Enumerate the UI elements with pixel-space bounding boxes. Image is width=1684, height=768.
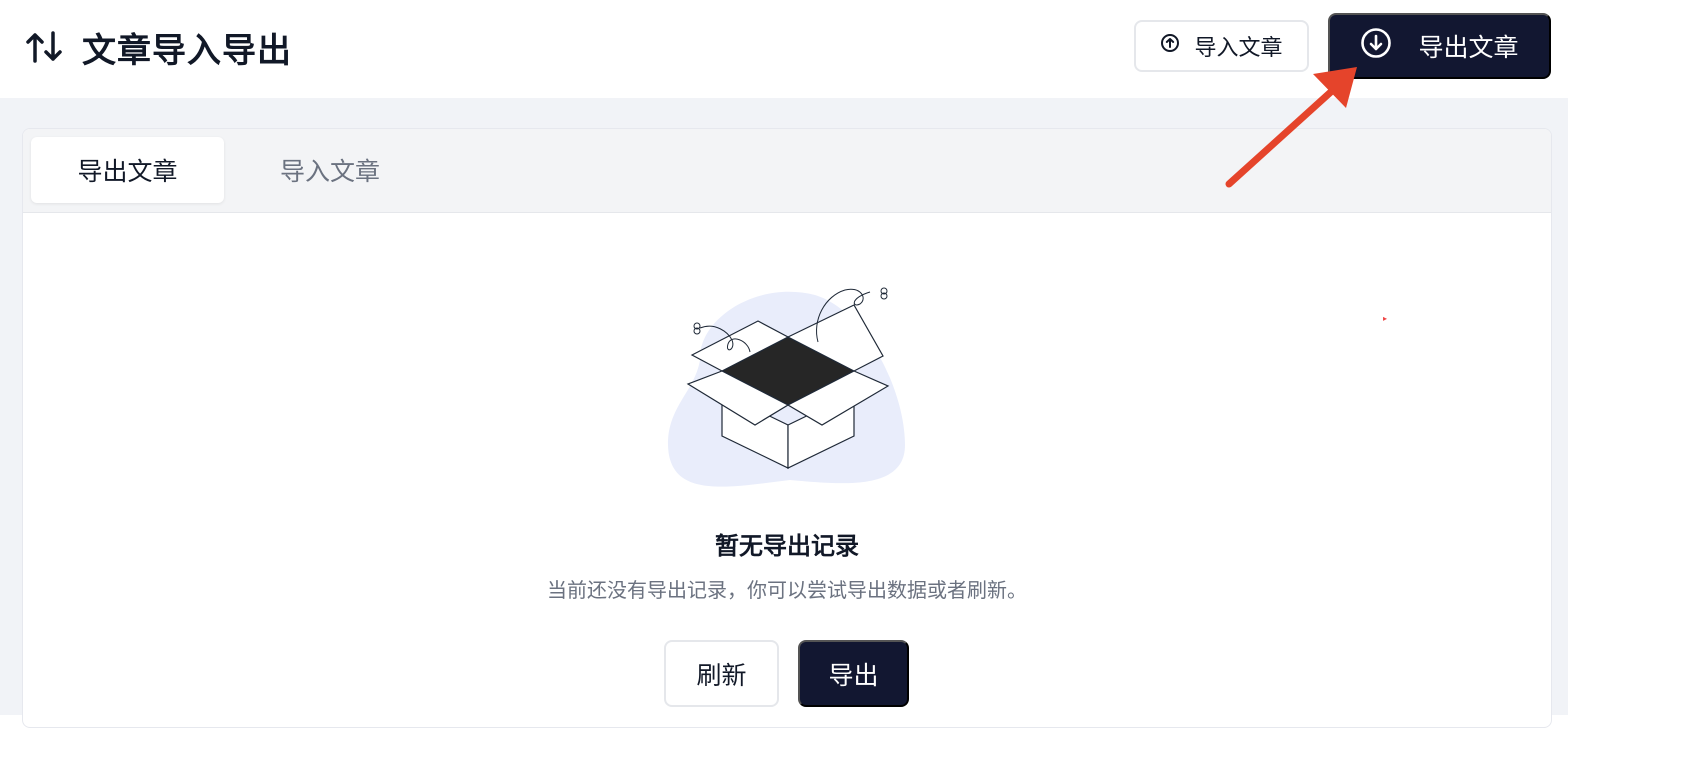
export-articles-label: 导出文章: [1418, 34, 1519, 62]
annotation-arrow-icon: [1220, 50, 1380, 195]
empty-state-title: 暂无导出记录: [715, 532, 859, 560]
empty-box-illustration: [640, 280, 940, 500]
empty-state-description: 当前还没有导出记录，你可以尝试导出数据或者刷新。: [547, 578, 1027, 602]
upload-circle-icon: [1160, 33, 1180, 59]
tab-import-articles[interactable]: 导入文章: [245, 137, 415, 203]
sort-arrows-icon: [24, 27, 64, 67]
page: 文章导入导出 导入文章 导出文章 导出文章 导入文章 暂无导出记录 当前还没有导…: [0, 0, 1568, 728]
page-title: 文章导入导出: [82, 30, 292, 71]
export-button[interactable]: 导出: [798, 640, 909, 707]
refresh-button[interactable]: 刷新: [664, 640, 779, 707]
tab-export-articles[interactable]: 导出文章: [31, 137, 224, 203]
tiny-red-mark: ▸: [1383, 314, 1388, 323]
title-area: 文章导入导出: [24, 24, 292, 71]
